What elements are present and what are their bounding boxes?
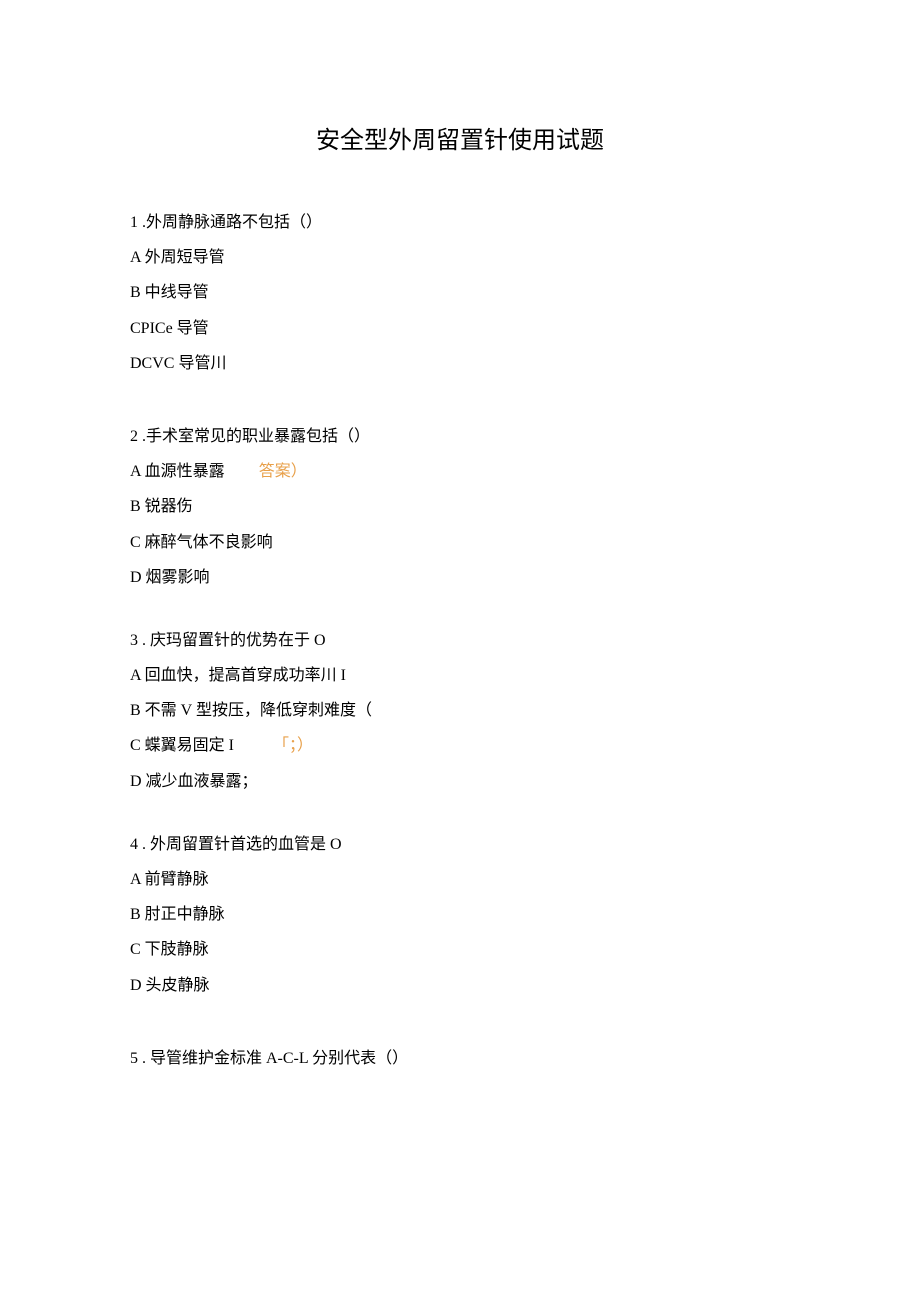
question-4-option-a: A 前臂静脉	[130, 862, 790, 897]
question-2-option-c: C 麻醉气体不良影响	[130, 525, 790, 560]
question-1-option-b: B 中线导管	[130, 275, 790, 310]
question-4-option-c: C 下肢静脉	[130, 932, 790, 967]
question-4-option-b: B 肘正中静脉	[130, 897, 790, 932]
page-title: 安全型外周留置针使用试题	[130, 120, 790, 155]
question-3-option-c-text: C 蝶翼易固定 I	[130, 737, 234, 754]
question-2-option-d: D 烟雾影响	[130, 560, 790, 595]
question-2: 2 .手术室常见的职业暴露包括（） A 血源性暴露 答案） B 锐器伤 C 麻醉…	[130, 419, 790, 595]
question-3-text: 3 . 庆玛留置针的优势在于 O	[130, 623, 790, 658]
question-2-answer-label: 答案）	[259, 463, 307, 480]
question-2-option-b: B 锐器伤	[130, 489, 790, 524]
question-3-option-b: B 不需 V 型按压，降低穿刺难度（	[130, 693, 790, 728]
question-3-option-a: A 回血快，提高首穿成功率川 I	[130, 658, 790, 693]
question-4: 4 . 外周留置针首选的血管是 O A 前臂静脉 B 肘正中静脉 C 下肢静脉 …	[130, 827, 790, 1003]
question-3-option-d: D 减少血液暴露；	[130, 764, 790, 799]
question-3-option-c: C 蝶翼易固定 I 「；）	[130, 728, 790, 763]
question-1-option-c: CPICe 导管	[130, 311, 790, 346]
question-5: 5 . 导管维护金标准 A-C-L 分别代表（）	[130, 1041, 790, 1076]
question-1-text: 1 .外周静脉通路不包括（）	[130, 205, 790, 240]
question-2-option-a: A 血源性暴露 答案）	[130, 454, 790, 489]
question-5-text: 5 . 导管维护金标准 A-C-L 分别代表（）	[130, 1041, 790, 1076]
question-4-option-d: D 头皮静脉	[130, 968, 790, 1003]
question-4-text: 4 . 外周留置针首选的血管是 O	[130, 827, 790, 862]
question-1: 1 .外周静脉通路不包括（） A 外周短导管 B 中线导管 CPICe 导管 D…	[130, 205, 790, 381]
question-2-option-a-text: A 血源性暴露	[130, 463, 225, 480]
question-3-answer-label: 「；）	[273, 737, 313, 754]
question-1-option-d: DCVC 导管川	[130, 346, 790, 381]
question-2-text: 2 .手术室常见的职业暴露包括（）	[130, 419, 790, 454]
question-1-option-a: A 外周短导管	[130, 240, 790, 275]
question-3: 3 . 庆玛留置针的优势在于 O A 回血快，提高首穿成功率川 I B 不需 V…	[130, 623, 790, 799]
